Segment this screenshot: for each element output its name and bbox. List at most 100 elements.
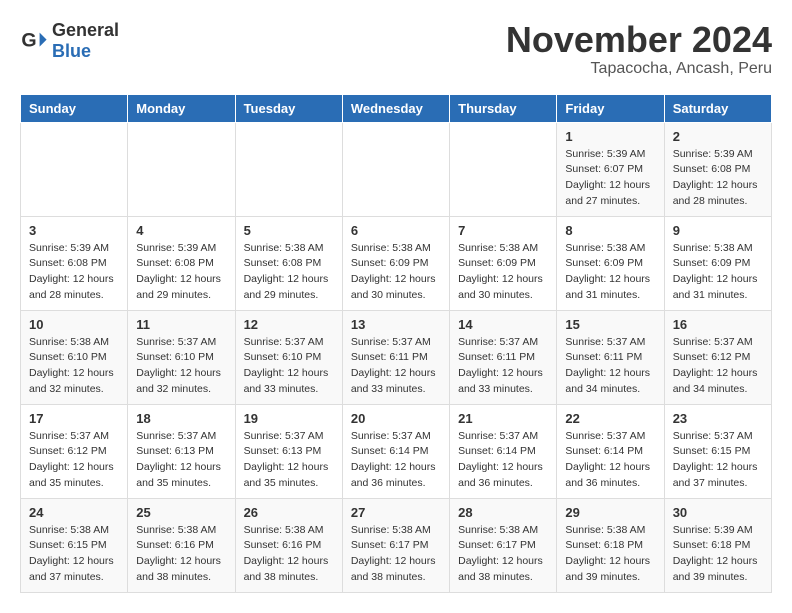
- calendar-week-row: 1 Sunrise: 5:39 AM Sunset: 6:07 PM Daylig…: [21, 122, 772, 216]
- day-number: 18: [136, 411, 226, 426]
- day-info: Sunrise: 5:37 AM Sunset: 6:10 PM Dayligh…: [244, 335, 334, 398]
- day-info: Sunrise: 5:39 AM Sunset: 6:08 PM Dayligh…: [29, 241, 119, 304]
- calendar-day-cell: 14 Sunrise: 5:37 AM Sunset: 6:11 PM Dayli…: [450, 310, 557, 404]
- calendar-day-cell: [21, 122, 128, 216]
- day-info: Sunrise: 5:38 AM Sunset: 6:09 PM Dayligh…: [458, 241, 548, 304]
- day-info: Sunrise: 5:37 AM Sunset: 6:10 PM Dayligh…: [136, 335, 226, 398]
- day-number: 12: [244, 317, 334, 332]
- calendar-day-cell: 4 Sunrise: 5:39 AM Sunset: 6:08 PM Daylig…: [128, 216, 235, 310]
- day-info: Sunrise: 5:39 AM Sunset: 6:18 PM Dayligh…: [673, 523, 763, 586]
- day-info: Sunrise: 5:38 AM Sunset: 6:09 PM Dayligh…: [565, 241, 655, 304]
- calendar-day-cell: 28Sunrise: 5:38 AM Sunset: 6:17 PM Dayli…: [450, 498, 557, 592]
- logo-icon: G: [20, 27, 48, 55]
- day-info: Sunrise: 5:37 AM Sunset: 6:12 PM Dayligh…: [29, 429, 119, 492]
- day-number: 21: [458, 411, 548, 426]
- day-number: 26: [244, 505, 334, 520]
- calendar-day-cell: 6 Sunrise: 5:38 AM Sunset: 6:09 PM Daylig…: [342, 216, 449, 310]
- day-info: Sunrise: 5:37 AM Sunset: 6:11 PM Dayligh…: [565, 335, 655, 398]
- day-number: 29: [565, 505, 655, 520]
- calendar-day-cell: 9Sunrise: 5:38 AM Sunset: 6:09 PM Daylig…: [664, 216, 771, 310]
- day-of-week-header: Friday: [557, 94, 664, 122]
- calendar-day-cell: [450, 122, 557, 216]
- calendar-day-cell: 8Sunrise: 5:38 AM Sunset: 6:09 PM Daylig…: [557, 216, 664, 310]
- day-info: Sunrise: 5:37 AM Sunset: 6:15 PM Dayligh…: [673, 429, 763, 492]
- day-info: Sunrise: 5:39 AM Sunset: 6:07 PM Dayligh…: [565, 147, 655, 210]
- calendar-week-row: 10 Sunrise: 5:38 AM Sunset: 6:10 PM Dayli…: [21, 310, 772, 404]
- svg-text:G: G: [21, 30, 36, 52]
- title-area: November 2024 Tapacocha, Ancash, Peru: [506, 20, 772, 78]
- location-title: Tapacocha, Ancash, Peru: [506, 60, 772, 78]
- calendar-day-cell: 20Sunrise: 5:37 AM Sunset: 6:14 PM Dayli…: [342, 404, 449, 498]
- day-info: Sunrise: 5:37 AM Sunset: 6:14 PM Dayligh…: [458, 429, 548, 492]
- calendar-day-cell: 19Sunrise: 5:37 AM Sunset: 6:13 PM Dayli…: [235, 404, 342, 498]
- day-info: Sunrise: 5:37 AM Sunset: 6:11 PM Dayligh…: [351, 335, 441, 398]
- logo-blue: Blue: [52, 41, 91, 61]
- day-number: 10: [29, 317, 119, 332]
- day-info: Sunrise: 5:38 AM Sunset: 6:09 PM Dayligh…: [351, 241, 441, 304]
- calendar-day-cell: 11 Sunrise: 5:37 AM Sunset: 6:10 PM Dayli…: [128, 310, 235, 404]
- calendar-day-cell: 25Sunrise: 5:38 AM Sunset: 6:16 PM Dayli…: [128, 498, 235, 592]
- day-info: Sunrise: 5:38 AM Sunset: 6:15 PM Dayligh…: [29, 523, 119, 586]
- day-info: Sunrise: 5:38 AM Sunset: 6:16 PM Dayligh…: [244, 523, 334, 586]
- day-number: 4: [136, 223, 226, 238]
- calendar-day-cell: 16 Sunrise: 5:37 AM Sunset: 6:12 PM Dayli…: [664, 310, 771, 404]
- page-header: G General Blue November 2024 Tapacocha, …: [20, 20, 772, 78]
- logo-general: General: [52, 20, 119, 40]
- calendar-day-cell: 5 Sunrise: 5:38 AM Sunset: 6:08 PM Daylig…: [235, 216, 342, 310]
- day-number: 11: [136, 317, 226, 332]
- calendar-week-row: 3 Sunrise: 5:39 AM Sunset: 6:08 PM Daylig…: [21, 216, 772, 310]
- calendar-day-cell: 23Sunrise: 5:37 AM Sunset: 6:15 PM Dayli…: [664, 404, 771, 498]
- day-info: Sunrise: 5:38 AM Sunset: 6:10 PM Dayligh…: [29, 335, 119, 398]
- day-of-week-header: Saturday: [664, 94, 771, 122]
- day-info: Sunrise: 5:37 AM Sunset: 6:12 PM Dayligh…: [673, 335, 763, 398]
- day-info: Sunrise: 5:38 AM Sunset: 6:09 PM Dayligh…: [673, 241, 763, 304]
- day-info: Sunrise: 5:37 AM Sunset: 6:14 PM Dayligh…: [565, 429, 655, 492]
- calendar-day-cell: 26 Sunrise: 5:38 AM Sunset: 6:16 PM Dayli…: [235, 498, 342, 592]
- day-of-week-header: Wednesday: [342, 94, 449, 122]
- calendar-day-cell: [128, 122, 235, 216]
- day-number: 22: [565, 411, 655, 426]
- day-info: Sunrise: 5:38 AM Sunset: 6:08 PM Dayligh…: [244, 241, 334, 304]
- day-info: Sunrise: 5:39 AM Sunset: 6:08 PM Dayligh…: [136, 241, 226, 304]
- day-of-week-header: Thursday: [450, 94, 557, 122]
- day-info: Sunrise: 5:37 AM Sunset: 6:14 PM Dayligh…: [351, 429, 441, 492]
- day-number: 5: [244, 223, 334, 238]
- calendar-week-row: 17Sunrise: 5:37 AM Sunset: 6:12 PM Dayli…: [21, 404, 772, 498]
- calendar-day-cell: [235, 122, 342, 216]
- calendar-day-cell: 10 Sunrise: 5:38 AM Sunset: 6:10 PM Dayli…: [21, 310, 128, 404]
- day-number: 7: [458, 223, 548, 238]
- day-info: Sunrise: 5:37 AM Sunset: 6:13 PM Dayligh…: [244, 429, 334, 492]
- calendar-header: SundayMondayTuesdayWednesdayThursdayFrid…: [21, 94, 772, 122]
- day-number: 24: [29, 505, 119, 520]
- day-number: 13: [351, 317, 441, 332]
- day-number: 16: [673, 317, 763, 332]
- calendar-day-cell: 29Sunrise: 5:38 AM Sunset: 6:18 PM Dayli…: [557, 498, 664, 592]
- calendar-day-cell: 1 Sunrise: 5:39 AM Sunset: 6:07 PM Daylig…: [557, 122, 664, 216]
- day-number: 14: [458, 317, 548, 332]
- logo: G General Blue: [20, 20, 119, 62]
- calendar-body: 1 Sunrise: 5:39 AM Sunset: 6:07 PM Daylig…: [21, 122, 772, 592]
- days-header-row: SundayMondayTuesdayWednesdayThursdayFrid…: [21, 94, 772, 122]
- day-number: 6: [351, 223, 441, 238]
- day-number: 25: [136, 505, 226, 520]
- day-number: 1: [565, 129, 655, 144]
- calendar-day-cell: 30 Sunrise: 5:39 AM Sunset: 6:18 PM Dayli…: [664, 498, 771, 592]
- calendar-table: SundayMondayTuesdayWednesdayThursdayFrid…: [20, 94, 772, 593]
- calendar-day-cell: 24 Sunrise: 5:38 AM Sunset: 6:15 PM Dayli…: [21, 498, 128, 592]
- day-info: Sunrise: 5:38 AM Sunset: 6:17 PM Dayligh…: [458, 523, 548, 586]
- day-info: Sunrise: 5:37 AM Sunset: 6:13 PM Dayligh…: [136, 429, 226, 492]
- day-of-week-header: Tuesday: [235, 94, 342, 122]
- calendar-day-cell: 18 Sunrise: 5:37 AM Sunset: 6:13 PM Dayli…: [128, 404, 235, 498]
- day-number: 2: [673, 129, 763, 144]
- calendar-day-cell: 3 Sunrise: 5:39 AM Sunset: 6:08 PM Daylig…: [21, 216, 128, 310]
- day-number: 3: [29, 223, 119, 238]
- calendar-day-cell: 27Sunrise: 5:38 AM Sunset: 6:17 PM Dayli…: [342, 498, 449, 592]
- day-number: 30: [673, 505, 763, 520]
- calendar-day-cell: [342, 122, 449, 216]
- day-number: 15: [565, 317, 655, 332]
- calendar-week-row: 24 Sunrise: 5:38 AM Sunset: 6:15 PM Dayli…: [21, 498, 772, 592]
- day-info: Sunrise: 5:39 AM Sunset: 6:08 PM Dayligh…: [673, 147, 763, 210]
- day-of-week-header: Monday: [128, 94, 235, 122]
- day-info: Sunrise: 5:37 AM Sunset: 6:11 PM Dayligh…: [458, 335, 548, 398]
- calendar-day-cell: 7 Sunrise: 5:38 AM Sunset: 6:09 PM Daylig…: [450, 216, 557, 310]
